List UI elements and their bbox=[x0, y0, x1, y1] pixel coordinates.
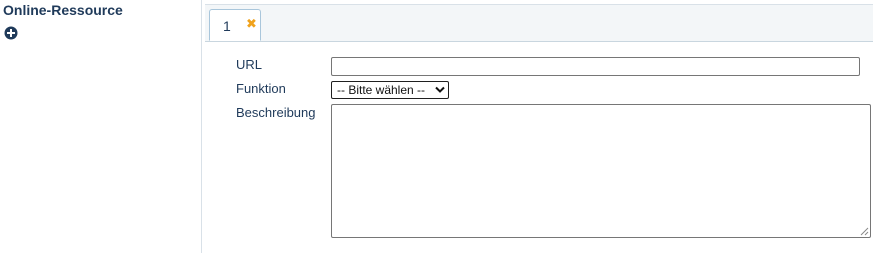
url-label: URL bbox=[236, 57, 263, 72]
function-select[interactable]: -- Bitte wählen -- bbox=[331, 81, 449, 99]
function-label: Funktion bbox=[236, 81, 286, 96]
tab-1[interactable]: 1 ✖ bbox=[209, 9, 261, 41]
resize-handle-icon[interactable] bbox=[860, 227, 869, 236]
section-title: Online-Ressource bbox=[3, 2, 123, 18]
tab-label: 1 bbox=[223, 18, 231, 34]
description-textarea[interactable] bbox=[331, 104, 871, 238]
description-label: Beschreibung bbox=[236, 105, 316, 120]
url-input[interactable] bbox=[331, 57, 860, 76]
plus-circle-icon[interactable] bbox=[4, 26, 18, 40]
tab-strip: 1 ✖ bbox=[205, 4, 873, 42]
function-select-value: -- Bitte wählen -- bbox=[337, 83, 426, 97]
close-icon[interactable]: ✖ bbox=[246, 16, 257, 32]
chevron-down-icon bbox=[435, 86, 445, 93]
column-divider bbox=[201, 0, 202, 253]
